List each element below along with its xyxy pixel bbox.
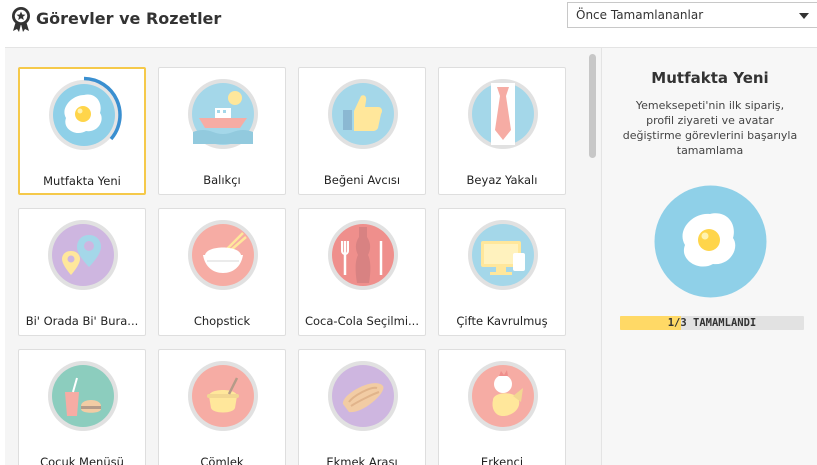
badge-card-mutfakta-yeni[interactable]: Mutfakta Yeni [18,67,146,195]
chevron-down-icon [799,13,809,19]
badge-card-cocuk-menusu[interactable]: Çocuk Menüsü [18,349,146,465]
badge-grid: Mutfakta Yeni Balıkçı Beğeni Avcısı Beya… [5,48,586,465]
rooster-icon [463,356,543,436]
thumbs-up-icon [323,74,403,154]
fried-egg-icon [654,185,767,298]
badge-label: Coca-Cola Seçilmi... [304,314,419,328]
badge-card-cifte-kavrulmus[interactable]: Çifte Kavrulmuş [438,208,566,336]
badge-card-bi-orada[interactable]: Bi' Orada Bi' Bura... [18,208,146,336]
badge-card-coca-cola[interactable]: Coca-Cola Seçilmi... [298,208,426,336]
badge-detail-panel: Mutfakta Yeni Yemeksepeti'nin ilk sipari… [601,48,817,465]
badge-label: Bi' Orada Bi' Bura... [25,314,139,328]
fried-egg-icon [44,75,124,155]
badge-card-begeni-avcisi[interactable]: Beğeni Avcısı [298,67,426,195]
fishing-boat-icon [183,74,263,154]
detail-title: Mutfakta Yeni [651,69,769,87]
sort-dropdown-value: Önce Tamamlananlar [576,8,704,22]
progress-text: 1/3 TAMAMLANDI [667,317,757,329]
content-area: Mutfakta Yeni Balıkçı Beğeni Avcısı Beya… [5,47,817,465]
badge-label: Chopstick [193,314,251,328]
badge-card-beyaz-yakali[interactable]: Beyaz Yakalı [438,67,566,195]
badge-label: Beğeni Avcısı [323,173,401,187]
page-title: Görevler ve Rozetler [36,9,222,28]
badge-label: Mutfakta Yeni [43,174,121,188]
header: Görevler ve Rozetler Önce Tamamlananlar [0,0,817,46]
badge-card-chopstick[interactable]: Chopstick [158,208,286,336]
badge-label: Balıkçı [203,173,241,187]
necktie-icon [463,74,543,154]
detail-description: Yemeksepeti'nin ilk sipariş, profil ziya… [622,99,798,157]
computer-screen-icon [463,215,543,295]
rice-bowl-icon [183,215,263,295]
badge-label: Çifte Kavrulmuş [456,314,548,328]
sort-dropdown[interactable]: Önce Tamamlananlar [567,2,817,28]
sandwich-icon [323,356,403,436]
badge-label: Beyaz Yakalı [466,173,538,187]
cola-bottle-icon [323,215,403,295]
map-pin-icon [43,215,123,295]
badge-card-ekmek-arasi[interactable]: Ekmek Arası [298,349,426,465]
badge-card-erkenci[interactable]: Erkenci [438,349,566,465]
badge-card-balikci[interactable]: Balıkçı [158,67,286,195]
kids-meal-icon [43,356,123,436]
award-ribbon-icon [12,7,30,32]
badge-card-comlek[interactable]: Çömlek [158,349,286,465]
clay-pot-icon [183,356,263,436]
progress-bar: 1/3 TAMAMLANDI [620,316,804,330]
grid-scrollbar-thumb[interactable] [589,54,596,158]
